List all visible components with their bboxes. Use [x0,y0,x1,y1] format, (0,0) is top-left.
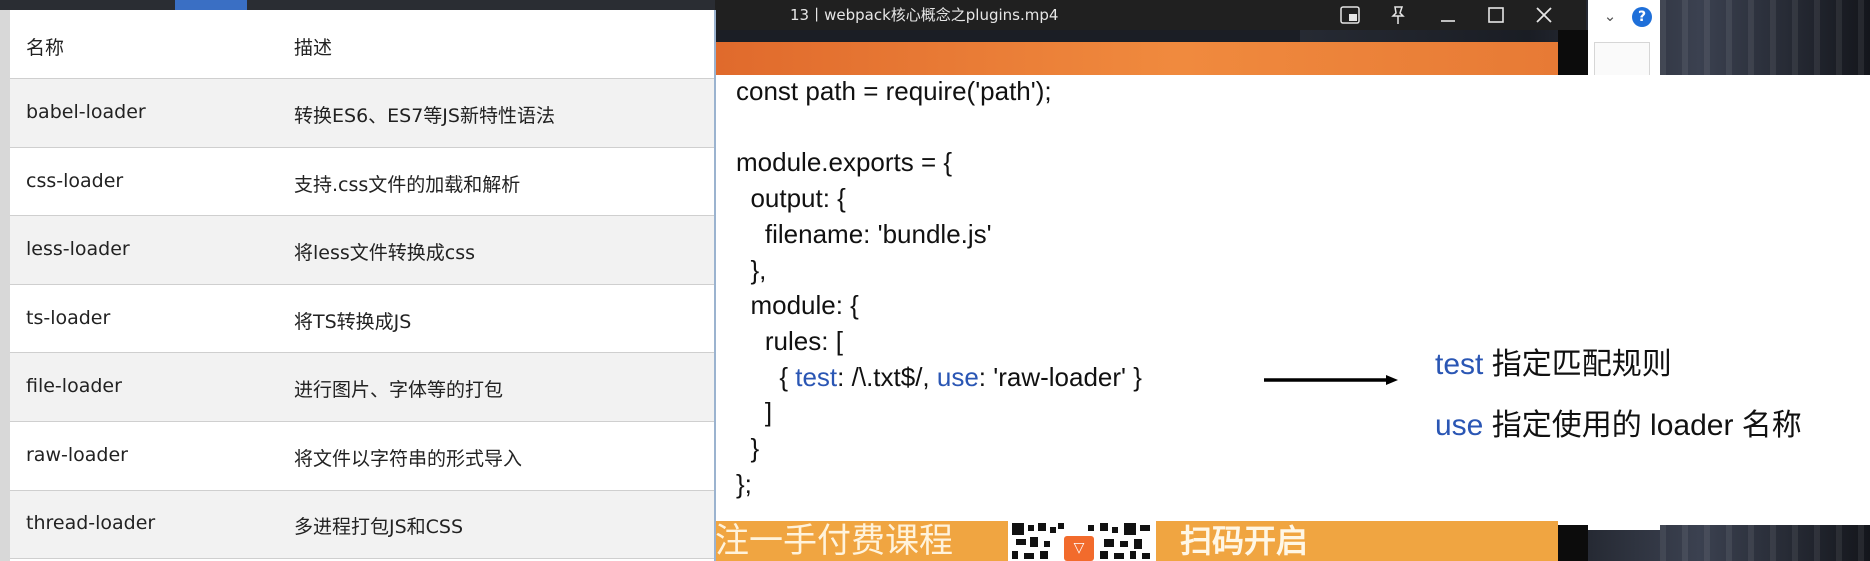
table-cell-name: file-loader [26,375,122,397]
code-keyword-test: test [795,361,838,392]
maximize-icon[interactable] [1476,0,1516,30]
code-line: const path = require('path'); [736,76,1052,106]
table-header [10,10,714,79]
code-line: }; [736,468,752,499]
code-line: : 'raw-loader' } [978,361,1142,392]
table-cell-name: ts-loader [26,307,111,329]
top-strip [0,0,715,10]
table-cell-desc: 支持.css文件的加载和解析 [294,174,521,196]
loader-table [10,10,714,560]
promo-left-text: 注一手付费课程 [715,521,953,561]
table-cell-desc: 转换ES6、ES7等JS新特性语法 [294,105,555,127]
code-line: { [736,361,796,392]
table-cell-desc: 多进程打包JS和CSS [294,516,464,538]
table-cell-name: thread-loader [26,512,156,534]
code-line: output: { [736,183,846,214]
annotation-keyword: use [1435,409,1484,442]
table-cell-desc: 将文件以字符串的形式导入 [294,448,523,470]
code-line: : /\.txt$/, [837,361,937,392]
panel-divider[interactable] [714,10,716,561]
top-strip-highlight [175,0,247,10]
code-line: rules: [ [736,325,843,356]
annotation-text: 指定匹配规则 [1483,348,1672,381]
loader-table-panel: 名称 描述 babel-loader 转换ES6、ES7等JS新特性语法 css… [0,0,715,561]
annotation-use: use 指定使用的 loader 名称 [1435,400,1802,444]
table-cell-desc: 进行图片、字体等的打包 [294,379,504,401]
table-cell-name: css-loader [26,170,124,192]
slide-header-band [715,42,1558,78]
code-line: module.exports = { [736,147,953,178]
annotation-test: test 指定匹配规则 [1435,339,1672,383]
annotation-text: 指定使用的 loader 名称 [1483,409,1802,442]
code-keyword-use: use [936,361,979,392]
panel-left-edge [0,10,10,561]
table-header-desc: 描述 [294,37,333,59]
promo-right-text: 扫码开启 [1180,522,1309,560]
table-cell-name: less-loader [26,238,130,260]
code-line: filename: 'bundle.js' [736,218,992,249]
table-cell-desc: 将TS转换成JS [294,311,412,333]
table-cell-name: babel-loader [26,101,146,123]
pin-icon[interactable] [1378,0,1418,30]
minimize-icon[interactable] [1428,0,1468,30]
window-title: 13丨webpack核心概念之plugins.mp4 [790,6,1059,24]
qr-logo-icon: ▽ [1064,536,1094,561]
code-line: ] [736,397,773,428]
table-cell-name: raw-loader [26,444,128,466]
chevron-down-icon[interactable]: ⌄ [1600,6,1620,26]
code-line: module: { [736,290,859,321]
close-icon[interactable] [1524,0,1564,30]
picture-in-picture-icon[interactable] [1330,0,1370,30]
code-block: const path = require('path'); module.exp… [736,74,1142,502]
annotation-keyword: test [1435,348,1484,381]
table-header-name: 名称 [26,37,65,59]
code-line: }, [736,254,767,285]
code-line: } [736,433,760,464]
help-icon[interactable]: ? [1632,7,1652,27]
table-cell-desc: 将less文件转换成css [294,242,476,264]
